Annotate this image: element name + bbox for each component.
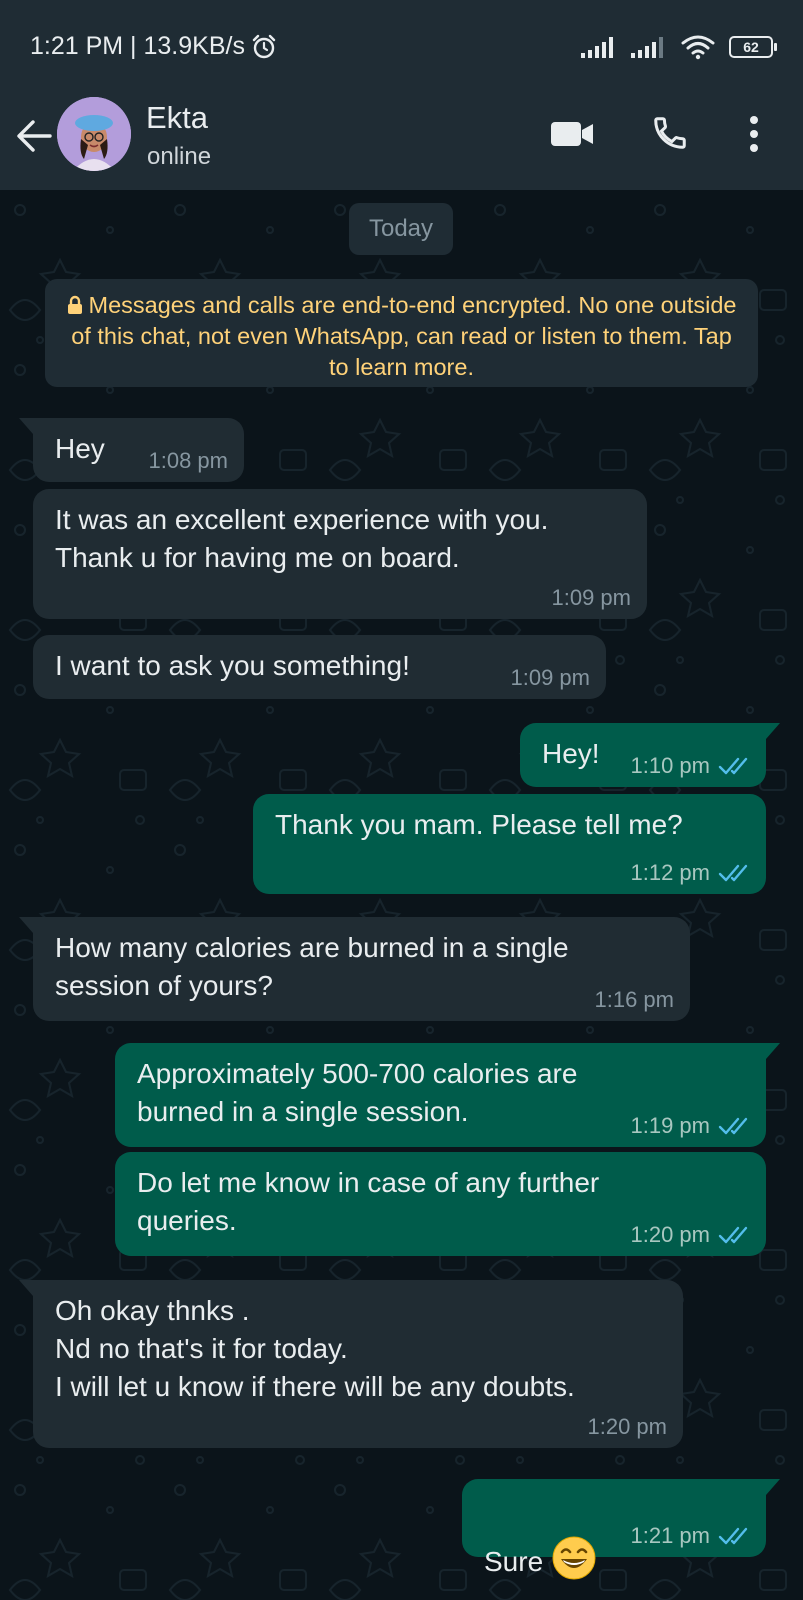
signal-2-icon [631,37,663,58]
message-meta: 1:12 pm [631,860,751,886]
avatar-image [57,97,131,171]
message-text: How many calories are burned in a single… [55,932,569,1001]
message-time: 1:16 pm [594,987,675,1012]
chat-area[interactable]: Today Messages and calls are end-to-end … [0,190,803,1600]
double-tick-read-icon [718,1117,748,1135]
double-tick-read-icon [718,757,748,775]
status-time-speed: 1:21 PM | 13.9KB/s [30,32,245,60]
message-time: 1:09 pm [510,665,591,690]
message-time: 1:10 pm [630,753,711,778]
voice-call-icon[interactable] [651,114,689,152]
double-tick-read-icon [718,864,748,882]
message-incoming[interactable]: Oh okay thnks . Nd no that's it for toda… [19,1280,683,1448]
message-outgoing[interactable]: Hey! 1:10 pm [520,723,780,787]
message-text: It was an excellent experience with you.… [55,504,549,573]
wifi-icon [681,35,715,60]
video-call-icon[interactable] [551,120,595,148]
message-outgoing[interactable]: Thank you mam. Please tell me? 1:12 pm [253,794,766,894]
message-meta: 1:10 pm [631,753,751,779]
contact-status: online [147,143,212,170]
message-incoming[interactable]: Hey 1:08 pm [19,418,244,482]
message-meta: 1:20 pm [631,1222,751,1248]
message-incoming[interactable]: It was an excellent experience with you.… [33,489,647,619]
more-options-icon[interactable] [748,114,760,154]
battery-indicator: 62 [729,36,777,58]
status-bar: 1:21 PM | 13.9KB/s 62 [0,0,803,90]
message-outgoing[interactable]: Do let me know in case of any further qu… [115,1152,766,1256]
back-arrow-icon[interactable] [14,118,54,154]
contact-name[interactable]: Ekta [146,100,208,136]
whatsapp-chat-screen: 1:21 PM | 13.9KB/s 62 Ekta online Today … [0,0,803,1600]
message-outgoing[interactable]: Approximately 500-700 calories are burne… [115,1043,780,1147]
message-meta: 1:09 pm [511,665,591,691]
encryption-notice[interactable]: Messages and calls are end-to-end encryp… [45,279,758,387]
lock-icon [67,295,82,314]
signal-1-icon [581,37,613,58]
message-meta: 1:09 pm [552,585,632,611]
message-time: 1:09 pm [551,585,632,610]
message-time: 1:08 pm [148,448,229,473]
alarm-icon [252,34,276,58]
encryption-notice-text: Messages and calls are end-to-end encryp… [71,292,737,380]
date-chip: Today [349,203,453,255]
message-text: Approximately 500-700 calories are burne… [137,1058,578,1127]
message-meta: 1:19 pm [631,1113,751,1139]
contact-avatar[interactable] [57,97,131,171]
message-text: Oh okay thnks . Nd no that's it for toda… [55,1295,575,1402]
message-meta: 1:08 pm [149,448,229,474]
double-tick-read-icon [718,1226,748,1244]
message-time: 1:20 pm [587,1414,668,1439]
double-tick-read-icon [718,1527,748,1545]
status-right: 62 [581,34,777,60]
status-left: 1:21 PM | 13.9KB/s [30,32,277,61]
message-text: Sure [484,1546,544,1577]
message-text: I want to ask you something! [55,650,410,681]
chat-header: Ekta online [0,90,803,190]
message-meta: 1:16 pm [595,987,675,1013]
message-meta: 1:21 pm [631,1523,751,1549]
message-time: 1:19 pm [630,1113,711,1138]
message-text: Hey [55,433,105,464]
message-text: Do let me know in case of any further qu… [137,1167,600,1236]
message-text: Hey! [542,738,600,769]
message-outgoing[interactable]: Sure 1:21 pm [462,1479,780,1580]
message-time: 1:12 pm [630,860,711,885]
message-time: 1:21 pm [630,1523,711,1548]
message-meta: 1:20 pm [588,1414,668,1440]
message-time: 1:20 pm [630,1222,711,1247]
message-incoming[interactable]: How many calories are burned in a single… [19,917,690,1021]
message-text: Thank you mam. Please tell me? [275,809,683,840]
grinning-face-icon [552,1536,596,1580]
message-text-row: Sure [484,1497,597,1581]
message-incoming[interactable]: I want to ask you something! 1:09 pm [33,635,606,699]
